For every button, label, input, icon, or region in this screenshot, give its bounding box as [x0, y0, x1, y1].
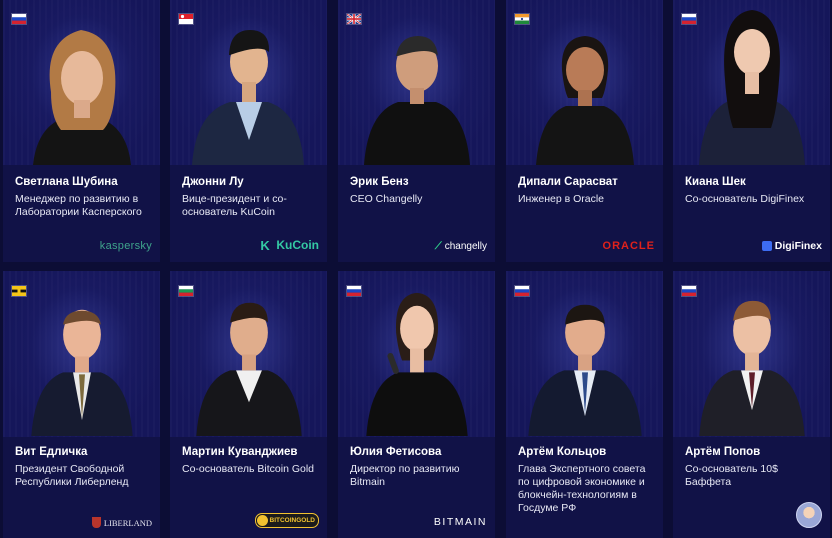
speaker-photo: [506, 271, 663, 437]
speaker-role: Директор по развитию Bitmain: [350, 463, 460, 488]
flag-russia-icon: [347, 286, 361, 296]
speaker-photo: [3, 271, 160, 437]
speaker-name: Светлана Шубина: [15, 176, 118, 188]
speaker-photo: [506, 0, 663, 165]
flag-liberland-icon: [12, 286, 26, 296]
flag-russia-icon: [515, 286, 529, 296]
speaker-name: Киана Шек: [685, 176, 746, 188]
speaker-name: Артём Кольцов: [518, 446, 607, 458]
flag-russia-icon: [682, 14, 696, 24]
speaker-name: Мартин Куванджиев: [182, 446, 298, 458]
speaker-portrait: [536, 36, 634, 165]
speaker-portrait: [699, 300, 805, 436]
speaker-photo: [170, 271, 327, 437]
speaker-card[interactable]: Дипали Сарасват Инженер в Oracle ORACLE: [506, 0, 663, 262]
speaker-card[interactable]: Артём Попов Со-основатель 10$ Баффета: [673, 271, 830, 538]
speaker-portrait: [699, 10, 805, 165]
speaker-portrait: [366, 292, 468, 436]
speaker-name: Вит Едличка: [15, 446, 88, 458]
changelly-logo: ⟋ changelly: [434, 241, 487, 252]
speaker-portrait: [196, 302, 302, 436]
oracle-logo: ORACLE: [602, 240, 655, 252]
speaker-photo: [338, 271, 495, 437]
speaker-role: Вице-президент и со-основатель KuCoin: [182, 193, 287, 218]
speaker-role: Со-основатель 10$ Баффета: [685, 463, 778, 488]
bitcoin-gold-logo: BITCOINGOLD: [254, 513, 319, 528]
speaker-card[interactable]: Эрик Бенз CEO Changelly ⟋ changelly: [338, 0, 495, 262]
flag-bulgaria-icon: [179, 286, 193, 296]
flag-uk-icon: [347, 14, 361, 24]
liberland-shield-icon: [91, 517, 101, 528]
buffett-avatar-logo: [796, 502, 822, 528]
speaker-card[interactable]: Киана Шек Со-основатель DigiFinex DigiFi…: [673, 0, 830, 262]
kucoin-mark-icon: K: [260, 237, 270, 253]
speaker-portrait: [33, 30, 131, 165]
kucoin-logo: K KuCoin: [260, 237, 319, 253]
speaker-portrait: [31, 309, 133, 436]
speakers-grid: Светлана Шубина Менеджер по развитию в Л…: [0, 0, 832, 538]
speaker-card[interactable]: Джонни Лу Вице-президент и со-основатель…: [170, 0, 327, 262]
bitmain-logo: BITMAIN: [433, 516, 487, 528]
speaker-photo: [673, 0, 830, 165]
avatar-icon: [796, 502, 822, 528]
flag-russia-icon: [682, 286, 696, 296]
speaker-role: Менеджер по развитию в Лаборатории Каспе…: [15, 193, 142, 218]
liberland-logo: LIBERLAND: [91, 517, 152, 528]
speaker-role: Со-основатель DigiFinex: [685, 193, 805, 205]
speaker-photo: [673, 271, 830, 437]
changelly-mark-icon: ⟋: [434, 241, 442, 252]
speaker-portrait: [528, 304, 642, 436]
speaker-card[interactable]: Артём Кольцов Глава Экспертного совета п…: [506, 271, 663, 538]
flag-singapore-icon: [179, 14, 193, 24]
speaker-card[interactable]: Светлана Шубина Менеджер по развитию в Л…: [3, 0, 160, 262]
speaker-name: Эрик Бенз: [350, 176, 409, 188]
speaker-role: Со-основатель Bitcoin Gold: [182, 463, 315, 475]
speaker-role: Президент Свободной Республики Либерленд: [15, 463, 129, 488]
speaker-photo: [170, 0, 327, 165]
speaker-role: Инженер в Oracle: [518, 193, 605, 205]
speaker-name: Дипали Сарасват: [518, 176, 618, 188]
speaker-card[interactable]: Вит Едличка Президент Свободной Республи…: [3, 271, 160, 538]
digifinex-mark-icon: [761, 241, 772, 251]
speaker-photo: [3, 0, 160, 165]
flag-india-icon: [515, 14, 529, 24]
speaker-name: Джонни Лу: [182, 176, 244, 188]
flag-russia-icon: [12, 14, 26, 24]
kaspersky-logo: kaspersky: [99, 240, 152, 252]
speaker-name: Артём Попов: [685, 446, 761, 458]
speaker-photo: [338, 0, 495, 165]
speaker-card[interactable]: Юлия Фетисова Директор по развитию Bitma…: [338, 271, 495, 538]
digifinex-logo: DigiFinex: [761, 240, 822, 252]
bitcoin-gold-badge: BITCOINGOLD: [254, 513, 319, 528]
speaker-role: CEO Changelly: [350, 193, 423, 205]
bitcoin-gold-coin-icon: [256, 515, 268, 526]
speaker-portrait: [192, 30, 304, 165]
speaker-card[interactable]: Мартин Куванджиев Со-основатель Bitcoin …: [170, 271, 327, 538]
speaker-portrait: [364, 36, 470, 165]
speaker-role: Глава Экспертного совета по цифровой эко…: [518, 463, 646, 514]
speaker-name: Юлия Фетисова: [350, 446, 442, 458]
